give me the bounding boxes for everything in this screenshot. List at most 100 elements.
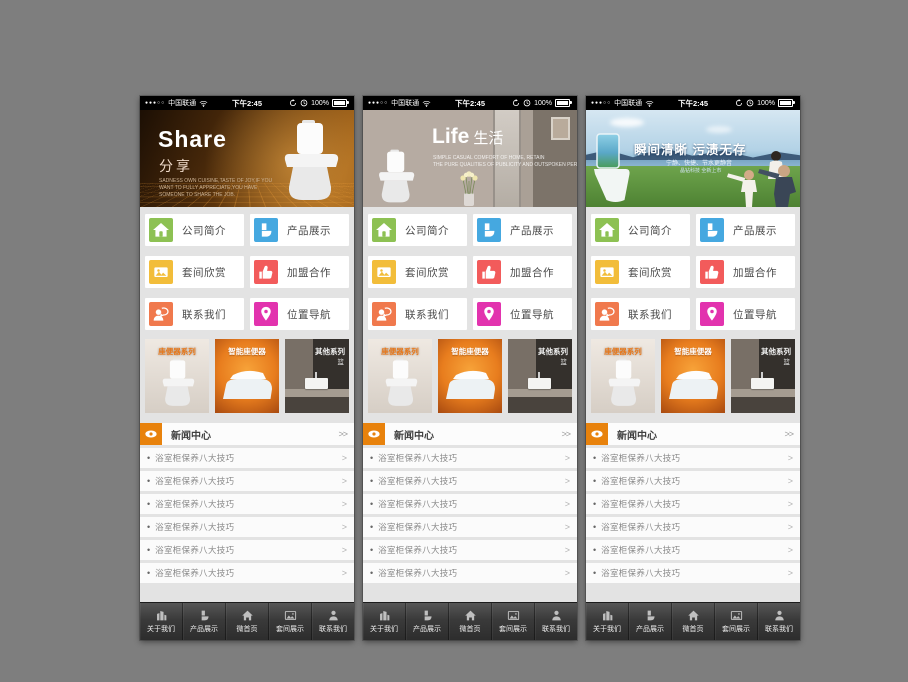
news-more-link[interactable]: >> — [784, 429, 793, 439]
news-row[interactable]: •浴室柜保养八大技巧> — [586, 563, 800, 583]
bullet: • — [147, 545, 150, 555]
nav-item-about-us[interactable]: 关于我们 — [363, 603, 406, 640]
menu-item-suites[interactable]: 套间欣赏 — [145, 256, 244, 288]
nav-label: 产品展示 — [636, 624, 664, 634]
hero-banner-outdoor[interactable]: 瞬间清晰 污渍无存 宁静、快捷、节水更静音 晶钻科技 全新上市 — [586, 110, 800, 207]
nav-item-micro-home[interactable]: 微首页 — [226, 603, 269, 640]
news-row[interactable]: •浴室柜保养八大技巧> — [140, 517, 354, 537]
nav-item-contact-us[interactable]: 联系我们 — [758, 603, 800, 640]
carousel-item-other-series[interactable]: 其他系列 篮 — [285, 339, 349, 413]
carousel-item-other-series[interactable]: 其他系列 篮 — [508, 339, 572, 413]
carousel-item-smart-toilet[interactable]: 智能座便器 — [438, 339, 502, 413]
menu-item-products[interactable]: 产品展示 — [250, 214, 349, 246]
nav-item-micro-home[interactable]: 微首页 — [449, 603, 492, 640]
news-row[interactable]: •浴室柜保养八大技巧> — [363, 494, 577, 514]
nav-item-contact-us[interactable]: 联系我们 — [535, 603, 577, 640]
nav-item-suite-display[interactable]: 套间展示 — [715, 603, 758, 640]
menu-item-label: 套间欣赏 — [628, 265, 672, 280]
menu-item-products[interactable]: 产品展示 — [696, 214, 795, 246]
battery-percent: 100% — [311, 100, 329, 107]
menu-item-contact-us[interactable]: 联系我们 — [591, 298, 690, 330]
news-row-text: 浴室柜保养八大技巧 — [155, 544, 234, 556]
carousel-item-toilet-series[interactable]: 座便器系列 — [591, 339, 655, 413]
menu-item-label: 加盟合作 — [510, 265, 554, 280]
bullet: • — [370, 545, 373, 555]
menu-item-company-profile[interactable]: 公司简介 — [145, 214, 244, 246]
carrier-label: 中国联通 — [168, 98, 196, 108]
bullet: • — [593, 453, 596, 463]
menu-item-suites[interactable]: 套间欣赏 — [368, 256, 467, 288]
nav-item-products[interactable]: 产品展示 — [183, 603, 226, 640]
menu-item-location-nav[interactable]: 位置导航 — [696, 298, 795, 330]
menu-item-company-profile[interactable]: 公司简介 — [591, 214, 690, 246]
news-row[interactable]: •浴室柜保养八大技巧> — [140, 448, 354, 468]
carousel-item-smart-toilet[interactable]: 智能座便器 — [215, 339, 279, 413]
nav-item-suite-display[interactable]: 套间展示 — [269, 603, 312, 640]
news-row-text: 浴室柜保养八大技巧 — [601, 452, 680, 464]
bullet: • — [593, 476, 596, 486]
menu-item-contact-us[interactable]: 联系我们 — [145, 298, 244, 330]
menu-item-location-nav[interactable]: 位置导航 — [250, 298, 349, 330]
product-carousel: 座便器系列 智能座便器 其他系列 篮 — [363, 336, 577, 418]
menu-item-join-cooperation[interactable]: 加盟合作 — [473, 256, 572, 288]
counter-image — [508, 389, 572, 397]
news-row[interactable]: •浴室柜保养八大技巧> — [140, 494, 354, 514]
news-more-link[interactable]: >> — [561, 429, 570, 439]
nav-item-micro-home[interactable]: 微首页 — [672, 603, 715, 640]
news-row[interactable]: •浴室柜保养八大技巧> — [586, 448, 800, 468]
chevron-right-icon: > — [565, 499, 570, 509]
basin-image — [528, 378, 551, 389]
carousel-item-other-series[interactable]: 其他系列 篮 — [731, 339, 795, 413]
carousel-item-toilet-series[interactable]: 座便器系列 — [368, 339, 432, 413]
menu-item-label: 产品展示 — [287, 223, 331, 238]
news-row[interactable]: •浴室柜保养八大技巧> — [586, 471, 800, 491]
news-row[interactable]: •浴室柜保养八大技巧> — [363, 540, 577, 560]
product-carousel: 座便器系列 智能座便器 其他系列 篮 — [140, 336, 354, 418]
nav-item-products[interactable]: 产品展示 — [629, 603, 672, 640]
menu-item-products[interactable]: 产品展示 — [473, 214, 572, 246]
news-row[interactable]: •浴室柜保养八大技巧> — [363, 563, 577, 583]
carousel-item-smart-toilet[interactable]: 智能座便器 — [661, 339, 725, 413]
menu-item-join-cooperation[interactable]: 加盟合作 — [250, 256, 349, 288]
menu-item-suites[interactable]: 套间欣赏 — [591, 256, 690, 288]
news-header: 新闻中心 >> — [140, 423, 354, 445]
news-row[interactable]: •浴室柜保养八大技巧> — [140, 563, 354, 583]
menu-item-join-cooperation[interactable]: 加盟合作 — [696, 256, 795, 288]
hero-banner-share[interactable]: Share 分享 SADNESS OWN CUISINE,TASTE OF JO… — [140, 110, 354, 207]
nav-item-products[interactable]: 产品展示 — [406, 603, 449, 640]
news-more-link[interactable]: >> — [338, 429, 347, 439]
hero-banner-life[interactable]: Life生活 SIMPLE CASUAL COMFORT OF HOME, RE… — [363, 110, 577, 207]
bullet: • — [593, 545, 596, 555]
menu-item-location-nav[interactable]: 位置导航 — [473, 298, 572, 330]
menu-grid: 公司简介 产品展示 套间欣赏 加盟合作 联系我们 位置导航 — [586, 207, 800, 336]
news-row[interactable]: •浴室柜保养八大技巧> — [140, 471, 354, 491]
chevron-right-icon: > — [342, 499, 347, 509]
home-icon — [149, 218, 173, 242]
chevron-right-icon: > — [565, 476, 570, 486]
menu-item-company-profile[interactable]: 公司简介 — [368, 214, 467, 246]
nav-item-contact-us[interactable]: 联系我们 — [312, 603, 354, 640]
carousel-item-toilet-series[interactable]: 座便器系列 — [145, 339, 209, 413]
chevron-right-icon: > — [565, 545, 570, 555]
news-row[interactable]: •浴室柜保养八大技巧> — [363, 517, 577, 537]
nav-item-about-us[interactable]: 关于我们 — [140, 603, 183, 640]
carousel-label: 座便器系列 — [591, 346, 655, 357]
news-row[interactable]: •浴室柜保养八大技巧> — [140, 540, 354, 560]
menu-item-contact-us[interactable]: 联系我们 — [368, 298, 467, 330]
news-row[interactable]: •浴室柜保养八大技巧> — [586, 494, 800, 514]
banner-caption-line2: THE PURE QUALITIES OF PUBLICITY AND OUTS… — [433, 162, 577, 168]
home-icon — [687, 609, 700, 622]
news-row[interactable]: •浴室柜保养八大技巧> — [363, 471, 577, 491]
news-row[interactable]: •浴室柜保养八大技巧> — [586, 517, 800, 537]
photo-icon — [372, 260, 396, 284]
news-row[interactable]: •浴室柜保养八大技巧> — [363, 448, 577, 468]
battery-icon — [555, 99, 570, 107]
nav-label: 联系我们 — [765, 624, 793, 634]
news-row[interactable]: •浴室柜保养八大技巧> — [586, 540, 800, 560]
nav-item-suite-display[interactable]: 套间展示 — [492, 603, 535, 640]
person-icon — [550, 609, 563, 622]
nav-item-about-us[interactable]: 关于我们 — [586, 603, 629, 640]
nav-label: 关于我们 — [593, 624, 621, 634]
menu-item-label: 联系我们 — [628, 307, 672, 322]
home-icon — [241, 609, 254, 622]
